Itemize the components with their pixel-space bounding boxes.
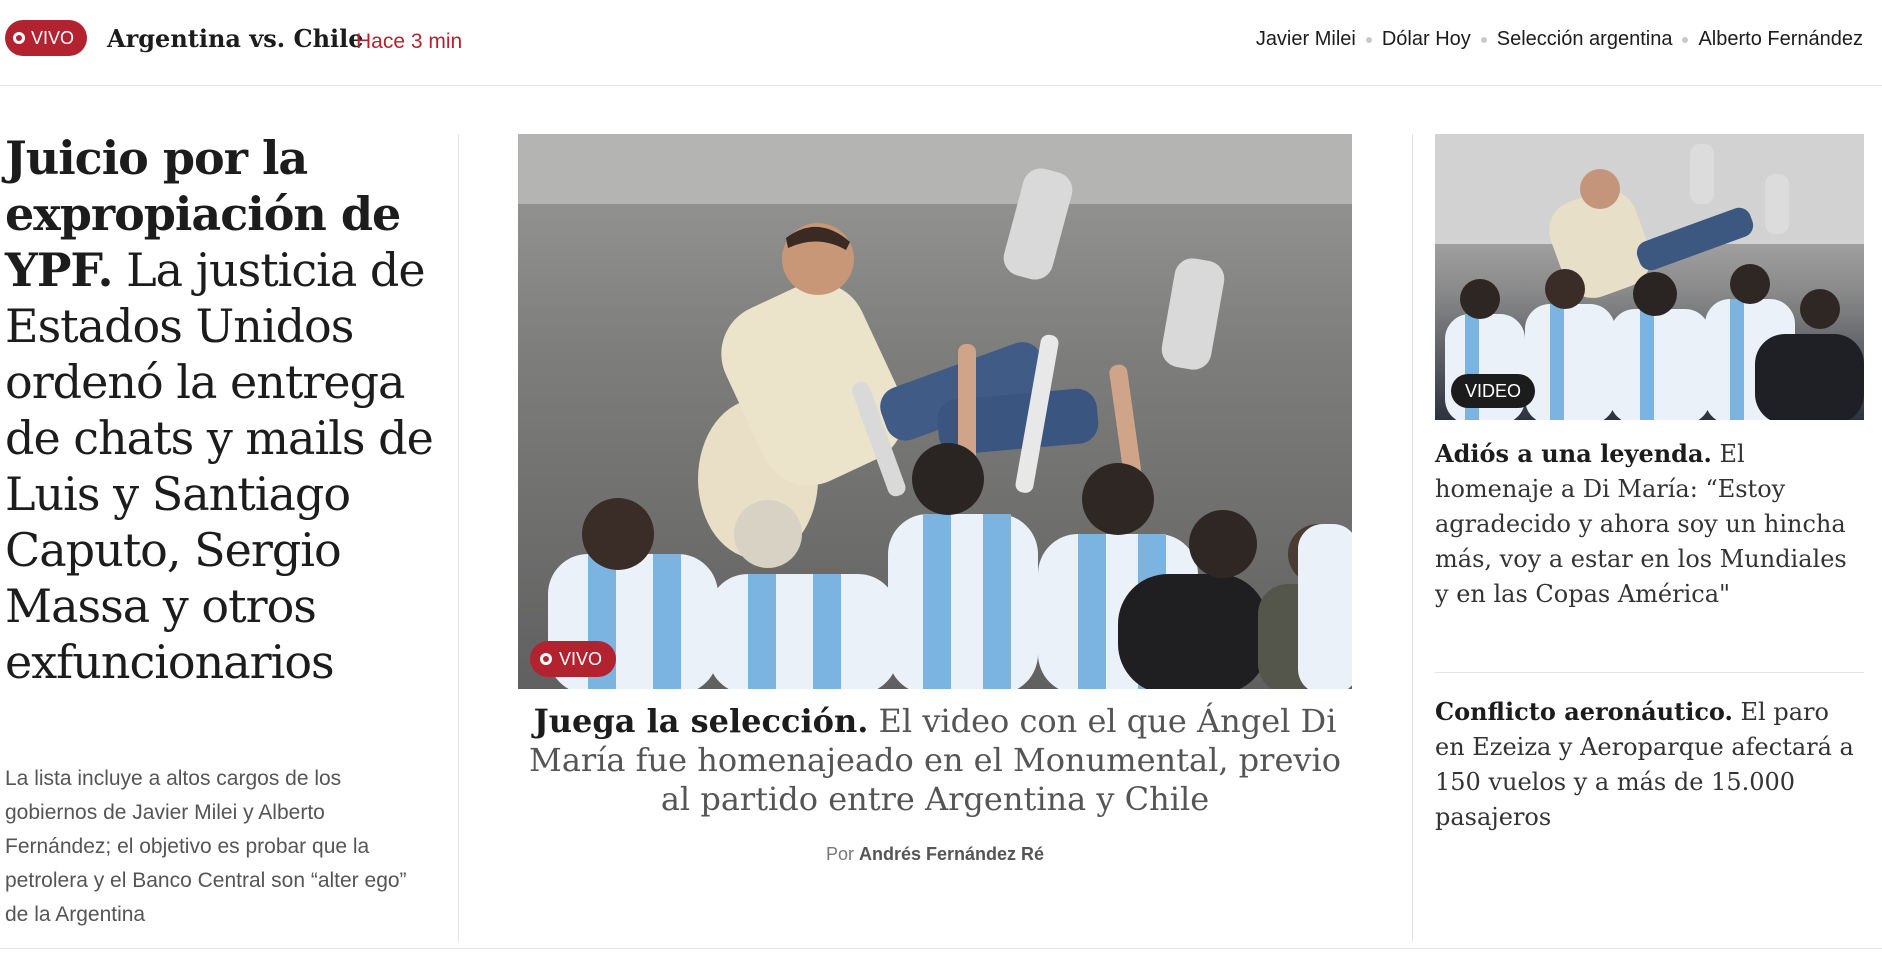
live-event-time: Hace 3 min — [356, 30, 463, 53]
topic-link-javier-milei[interactable]: Javier Milei — [1256, 28, 1356, 51]
live-event-title[interactable]: Argentina vs. Chile — [107, 24, 364, 53]
video-badge: VIDEO — [1451, 374, 1536, 408]
main-kicker: Juega la selección. — [533, 702, 869, 740]
live-dot-icon — [540, 653, 552, 665]
side-story-1-headline[interactable]: Adiós a una leyenda. El homenaje a Di Ma… — [1435, 436, 1864, 612]
lead-story-summary: La lista incluye a altos cargos de los g… — [5, 767, 407, 926]
column-divider — [1412, 134, 1413, 942]
topic-link-seleccion-argentina[interactable]: Selección argentina — [1497, 28, 1673, 51]
main-story-headline[interactable]: Juega la selección. El video con el que … — [518, 702, 1352, 819]
photo-live-label: VIVO — [559, 648, 603, 669]
separator-dot — [1365, 36, 1372, 43]
trending-topics: Javier Milei Dólar Hoy Selección argenti… — [1256, 28, 1863, 51]
byline-author[interactable]: Andrés Fernández Ré — [859, 844, 1044, 864]
topic-link-alberto-fernandez[interactable]: Alberto Fernández — [1698, 28, 1863, 51]
side-story-2-kicker: Conflicto aeronáutico. — [1435, 697, 1733, 726]
live-badge[interactable]: VIVO — [5, 20, 88, 56]
live-dot-icon — [13, 32, 25, 44]
story-divider — [1435, 672, 1864, 673]
section-bottom-divider — [0, 948, 1882, 949]
column-divider — [458, 134, 459, 942]
byline-prefix: Por — [825, 844, 854, 864]
separator-dot — [1682, 36, 1689, 43]
top-bar: VIVO Argentina vs. Chile Hace 3 min Javi… — [0, 0, 1882, 86]
players-celebration-illustration — [518, 134, 1352, 689]
main-story-photo[interactable]: VIVO — [518, 134, 1352, 689]
side-story-1-kicker: Adiós a una leyenda. — [1435, 439, 1712, 468]
separator-dot — [1480, 36, 1487, 43]
lead-story-headline[interactable]: Juicio por la expropiación de YPF. La ju… — [5, 130, 445, 690]
main-story-byline: Por Andrés Fernández Ré — [518, 844, 1352, 865]
side-story-photo[interactable]: VIDEO — [1435, 134, 1864, 420]
side-story-2-headline[interactable]: Conflicto aeronáutico. El paro en Ezeiza… — [1435, 694, 1864, 835]
photo-live-badge: VIVO — [530, 641, 617, 677]
live-badge-label: VIVO — [31, 27, 75, 48]
lead-headline-text: La justicia de Estados Unidos ordenó la … — [5, 243, 434, 689]
topic-link-dolar-hoy[interactable]: Dólar Hoy — [1382, 28, 1471, 51]
